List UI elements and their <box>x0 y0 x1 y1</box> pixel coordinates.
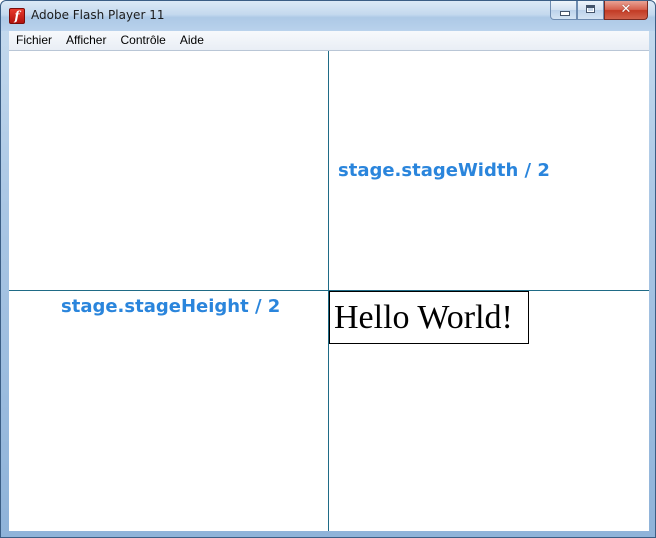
stage-height-label: stage.stageHeight / 2 <box>61 296 281 317</box>
flash-player-icon[interactable]: f <box>9 8 25 24</box>
minimize-icon <box>560 11 570 16</box>
maximize-button[interactable] <box>577 1 604 20</box>
stage-width-label: stage.stageWidth / 2 <box>338 160 550 181</box>
menu-item-afficher[interactable]: Afficher <box>59 31 113 50</box>
minimize-button[interactable] <box>550 1 577 20</box>
window-controls: ✕ <box>550 1 648 21</box>
menu-item-aide[interactable]: Aide <box>173 31 211 50</box>
menu-item-controle[interactable]: Contrôle <box>113 31 172 50</box>
close-button[interactable]: ✕ <box>604 1 648 20</box>
flash-stage[interactable]: stage.stageWidth / 2 stage.stageHeight /… <box>9 51 649 531</box>
menu-bar: Fichier Afficher Contrôle Aide <box>9 31 649 51</box>
hello-world-textfield[interactable]: Hello World! <box>329 291 529 344</box>
window-title: Adobe Flash Player 11 <box>31 8 165 22</box>
flash-player-window: f Adobe Flash Player 11 ✕ Fichier Affich… <box>0 0 656 538</box>
title-bar[interactable]: f Adobe Flash Player 11 ✕ <box>1 1 655 31</box>
close-icon: ✕ <box>620 2 632 17</box>
menu-item-fichier[interactable]: Fichier <box>9 31 59 50</box>
maximize-icon <box>586 5 595 13</box>
